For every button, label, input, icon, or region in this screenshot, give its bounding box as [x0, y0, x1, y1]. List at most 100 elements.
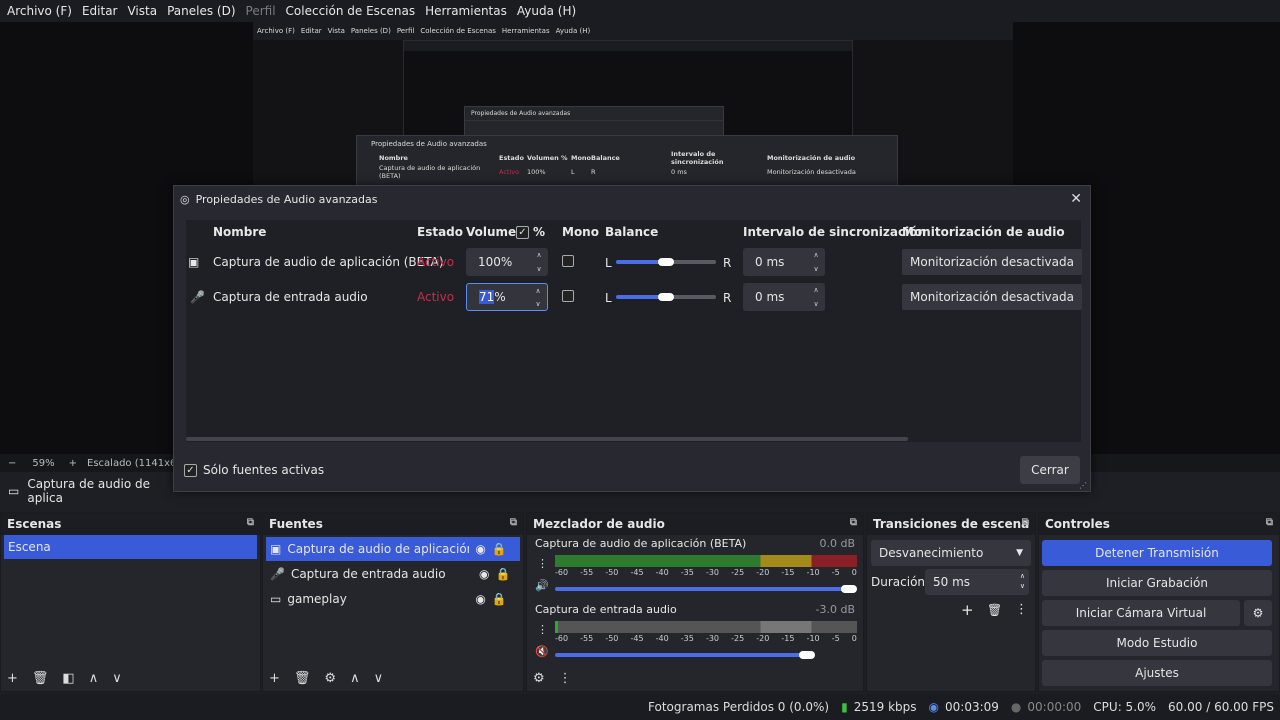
- app-audio-icon: ▣: [188, 255, 200, 269]
- start-virtual-camera-button[interactable]: Iniciar Cámara Virtual: [1042, 600, 1240, 626]
- eye-icon[interactable]: ◉: [479, 567, 489, 581]
- close-button[interactable]: Cerrar: [1020, 456, 1080, 484]
- mixer-channel-name: Captura de audio de aplicación (BETA): [535, 537, 747, 550]
- menu-herramientas[interactable]: Herramientas: [420, 4, 512, 18]
- horizontal-scrollbar[interactable]: [186, 437, 908, 441]
- menu-vista[interactable]: Vista: [122, 4, 162, 18]
- source-item-label: Captura de entrada audio: [290, 567, 446, 581]
- source-item[interactable]: 🎤 Captura de entrada audio ◉ 🔒: [266, 562, 520, 586]
- move-down-icon[interactable]: ∨: [374, 671, 384, 686]
- sync-value: 0 ms: [755, 255, 785, 269]
- source-type-icon: ▭: [8, 484, 20, 498]
- mixer-menu-icon[interactable]: ⋮: [537, 557, 548, 570]
- sources-title-text: Fuentes: [269, 517, 323, 531]
- scenes-toolbar: + 🗑 ◧ ∧ ∨: [1, 665, 260, 691]
- menu-archivo[interactable]: Archivo (F): [2, 4, 77, 18]
- monitoring-select[interactable]: Monitorización desactivada: [902, 284, 1082, 310]
- lock-icon[interactable]: 🔒: [495, 567, 510, 581]
- zoom-in-button[interactable]: +: [69, 458, 77, 469]
- scale-tick: -5: [831, 634, 840, 643]
- trash-icon[interactable]: 🗑: [294, 671, 311, 686]
- gear-icon: ⚙: [1252, 606, 1264, 620]
- monitoring-select[interactable]: Monitorización desactivada: [902, 249, 1082, 275]
- obs-logo-icon: ◎: [180, 192, 190, 206]
- menu-perfil[interactable]: Perfil: [241, 4, 281, 18]
- duration-input[interactable]: 50 ms ∧ ∨: [925, 569, 1029, 595]
- mixer-menu-icon[interactable]: ⋮: [537, 623, 548, 636]
- lock-icon[interactable]: 🔒: [492, 542, 507, 556]
- spin-arrows-icon[interactable]: ∧ ∨: [530, 248, 548, 276]
- undock-icon[interactable]: ⧉: [510, 517, 517, 528]
- gear-icon[interactable]: ⚙: [324, 671, 336, 686]
- volume-spinbox[interactable]: 71% ∧ ∨: [466, 283, 548, 311]
- spin-arrows-icon[interactable]: ∧ ∨: [807, 283, 825, 311]
- scene-item[interactable]: Escena: [4, 535, 257, 559]
- mini-menu-item: Herramientas: [501, 27, 550, 35]
- spin-arrows-icon[interactable]: ∧ ∨: [529, 284, 547, 310]
- volume-spinbox[interactable]: 100% ∧ ∨: [466, 248, 548, 276]
- move-up-icon[interactable]: ∧: [350, 671, 360, 686]
- gears-icon[interactable]: ⚙: [533, 671, 545, 686]
- mixer-volume-slider[interactable]: [555, 587, 851, 591]
- start-recording-button[interactable]: Iniciar Grabación: [1042, 570, 1272, 596]
- stop-streaming-button[interactable]: Detener Transmisión: [1042, 540, 1272, 566]
- menu-ayuda[interactable]: Ayuda (H): [512, 4, 581, 18]
- spin-arrows-icon[interactable]: ∧ ∨: [1020, 571, 1025, 591]
- controls-dock: Controles ⧉ Detener Transmisión Iniciar G…: [1038, 512, 1280, 692]
- move-down-icon[interactable]: ∨: [112, 671, 122, 686]
- trash-icon[interactable]: 🗑: [32, 671, 49, 686]
- controls-title: Controles ⧉: [1039, 513, 1279, 535]
- virtual-camera-settings-button[interactable]: ⚙: [1244, 600, 1272, 626]
- add-icon[interactable]: +: [269, 671, 280, 686]
- settings-button[interactable]: Ajustes: [1042, 660, 1272, 686]
- balance-knob[interactable]: [658, 258, 674, 266]
- eye-icon[interactable]: ◉: [475, 592, 485, 606]
- mono-checkbox[interactable]: [562, 290, 574, 302]
- zoom-out-button[interactable]: −: [8, 458, 16, 469]
- only-active-sources-checkbox[interactable]: ✓ Sólo fuentes activas: [184, 463, 324, 477]
- sync-offset-spinbox[interactable]: 0 ms ∧ ∨: [743, 283, 825, 311]
- source-item[interactable]: ▭ gameplay ◉ 🔒: [266, 587, 520, 611]
- menu-dots-icon[interactable]: ⋮: [1015, 602, 1028, 617]
- mini-menu-item: Archivo (F): [257, 27, 295, 35]
- resize-grip-icon[interactable]: ⋰: [1079, 481, 1087, 490]
- undock-icon[interactable]: ⧉: [850, 517, 857, 528]
- trash-icon[interactable]: 🗑: [987, 603, 1002, 617]
- transition-select[interactable]: Desvanecimiento ▼: [871, 540, 1031, 566]
- menu-editar[interactable]: Editar: [77, 4, 123, 18]
- transitions-dock: Transiciones de escena ⧉ Desvanecimiento …: [866, 512, 1036, 692]
- undock-icon[interactable]: ⧉: [247, 517, 254, 528]
- studio-mode-button[interactable]: Modo Estudio: [1042, 630, 1272, 656]
- volume-percent-checkbox[interactable]: ✓: [516, 226, 529, 239]
- close-icon[interactable]: ✕: [1070, 191, 1082, 207]
- obs-window: Archivo (F) Editar Vista Paneles (D) Per…: [0, 0, 1280, 720]
- mixer-menu-icon[interactable]: ⋮: [559, 671, 572, 686]
- menu-coleccion[interactable]: Colección de Escenas: [281, 4, 421, 18]
- eye-icon[interactable]: ◉: [475, 542, 485, 556]
- mixer-channel-db: 0.0 dB: [819, 537, 855, 550]
- mini-header: %: [561, 154, 568, 162]
- volume-value: 100%: [478, 255, 513, 269]
- move-up-icon[interactable]: ∧: [89, 671, 99, 686]
- mixer-volume-knob[interactable]: [841, 585, 857, 593]
- filter-icon[interactable]: ◧: [62, 671, 74, 686]
- stop-streaming-label: Detener Transmisión: [1095, 546, 1219, 560]
- spin-arrows-icon[interactable]: ∧ ∨: [807, 248, 825, 276]
- source-item[interactable]: ▣ Captura de audio de aplicación (BETA) …: [266, 537, 520, 561]
- mixer-volume-slider[interactable]: [555, 653, 809, 657]
- balance-knob[interactable]: [658, 293, 674, 301]
- lock-icon[interactable]: 🔒: [492, 592, 507, 606]
- muted-speaker-icon[interactable]: 🔇: [535, 645, 549, 658]
- menu-paneles[interactable]: Paneles (D): [162, 4, 240, 18]
- undock-icon[interactable]: ⧉: [1022, 517, 1029, 528]
- mono-checkbox[interactable]: [562, 255, 574, 267]
- mini-header: Monitorización de audio: [767, 154, 856, 162]
- sync-value: 0 ms: [755, 290, 785, 304]
- col-header-monitor: Monitorización de audio: [902, 225, 1065, 239]
- add-icon[interactable]: +: [961, 601, 974, 619]
- add-icon[interactable]: +: [7, 671, 18, 686]
- undock-icon[interactable]: ⧉: [1266, 517, 1273, 528]
- mixer-volume-knob[interactable]: [799, 651, 815, 659]
- speaker-icon[interactable]: 🔊: [535, 579, 549, 592]
- sync-offset-spinbox[interactable]: 0 ms ∧ ∨: [743, 248, 825, 276]
